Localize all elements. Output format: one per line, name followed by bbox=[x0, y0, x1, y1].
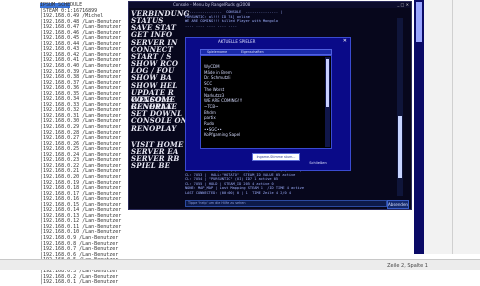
dialog-title: AKTUELLE SPIELER bbox=[218, 39, 256, 44]
outer-scrollbar[interactable] bbox=[414, 0, 424, 254]
menu-art-bottom[interactable]: VISIT HOME SERVER EA SERVER RB SPIEL BE bbox=[131, 141, 183, 170]
player-list-scroll-thumb[interactable] bbox=[326, 59, 329, 107]
close-icon[interactable]: ✕ bbox=[343, 38, 347, 44]
console-titlebar: Console - Menu by RangelRuds @2008 _ □ ✕ bbox=[129, 2, 411, 8]
mute-ingame-voice-button[interactable]: Ingame-Stimme stum... bbox=[252, 153, 300, 161]
window-controls[interactable]: _ □ ✕ bbox=[397, 2, 409, 7]
outer-scroll-thumb[interactable] bbox=[416, 2, 422, 42]
status-bar: Zeile 2, Spalte 1 bbox=[0, 259, 480, 270]
players-dialog: AKTUELLE SPIELER ✕ Spielername Eigenscha… bbox=[185, 37, 351, 171]
console-input[interactable]: Tippe 'help' um die Hilfe zu sehen bbox=[185, 200, 387, 207]
menu-art-middle[interactable]: WELCOME GENERATE SET DOWNL CONSOLE ON RE… bbox=[131, 96, 187, 132]
notepad-text[interactable]: IPSUM_SCHEDULE |STEAM_0:1:16716899 |192.16… bbox=[40, 2, 121, 286]
console-scrollbar[interactable] bbox=[397, 18, 403, 196]
player-item[interactable]: KoPfgaming Sapel bbox=[204, 132, 243, 138]
send-button[interactable]: Absenden bbox=[387, 200, 409, 209]
cursor-position: Zeile 2, Spalte 1 bbox=[387, 263, 428, 269]
column-properties[interactable]: Eigenschaften bbox=[241, 50, 264, 54]
notepad-line: |192.168.0.1 /Lan-Benutzer bbox=[40, 279, 119, 286]
notepad-line: |192.168.0.3 /Lan-Benutzer bbox=[40, 268, 119, 275]
divider bbox=[452, 0, 453, 254]
player-list[interactable]: WyCDM Mäde in Brem Dr. Schmutzli SCC The Wor… bbox=[200, 55, 332, 149]
console-input-hint: Tippe 'help' um die Hilfe zu sehen bbox=[188, 201, 246, 205]
close-button[interactable]: Schließen bbox=[306, 160, 330, 166]
console-scroll-thumb[interactable] bbox=[398, 116, 402, 178]
console-title: Console - Menu by RangelRuds @2008 bbox=[173, 2, 251, 7]
column-player-name[interactable]: Spielername bbox=[207, 50, 227, 54]
console-output-top: | --------------- CONSOLE --------------… bbox=[185, 10, 283, 28]
player-list-scrollbar[interactable] bbox=[325, 57, 330, 147]
console-output-bottom: <- 204 7V4 - 1 (DUALS) /DEATH/#4 - (STEA… bbox=[185, 168, 336, 195]
